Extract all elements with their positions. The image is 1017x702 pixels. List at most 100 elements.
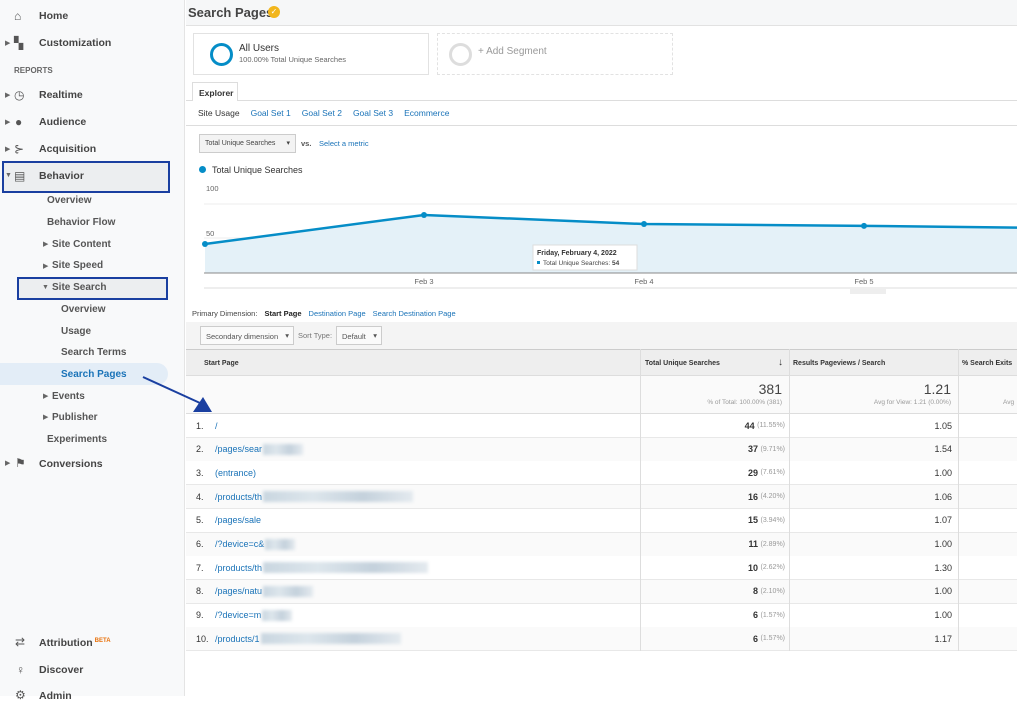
col-header-search-exits[interactable]: % Search Exits [962, 360, 1012, 367]
tab-explorer-label: Explorer [199, 88, 234, 98]
start-page-link[interactable]: /pages/natu [215, 580, 314, 603]
searches-percent: (1.57%) [760, 635, 785, 643]
sidebar-item-site-content[interactable]: Site Content [52, 239, 111, 250]
verified-badge-icon: ✓ [268, 6, 280, 18]
sort-type-select[interactable]: Default ▾ [336, 326, 382, 345]
row-number: 10. [196, 633, 209, 644]
sort-type-label: Sort Type: [298, 331, 333, 340]
table-row: 1. / 44 (11.55%) 1.05 [186, 414, 1017, 438]
sidebar-item-discover[interactable]: Discover [39, 664, 83, 676]
start-page-link[interactable]: /pages/sear [215, 438, 304, 461]
caret-right-icon: ▶ [43, 263, 49, 270]
tab-explorer[interactable]: Explorer [192, 82, 238, 101]
metric-select[interactable]: Total Unique Searches ▾ [199, 134, 296, 153]
metric-select-value: Total Unique Searches [205, 140, 276, 147]
data-point[interactable] [421, 211, 427, 218]
start-page-link[interactable]: / [215, 414, 218, 437]
sidebar-item-customization[interactable]: Customization [39, 37, 111, 49]
subtab-site-usage[interactable]: Site Usage [198, 108, 240, 118]
subtab-goal-set-1[interactable]: Goal Set 1 [251, 108, 291, 118]
start-page-link[interactable]: /?device=m [215, 604, 293, 627]
caret-right-icon: ▶ [5, 92, 11, 99]
rps-value: 1.06 [934, 491, 952, 502]
redacted-text [263, 443, 304, 455]
col-header-start-page[interactable]: Start Page [204, 360, 239, 367]
sidebar-item-events[interactable]: Events [52, 391, 85, 402]
searches-value: 10 [747, 562, 758, 573]
start-page-link[interactable]: /?device=c& [215, 533, 296, 556]
searches-value: 16 [747, 491, 758, 502]
sidebar-item-acquisition[interactable]: Acquisition [39, 143, 96, 155]
searches-value: 8 [752, 586, 758, 597]
start-page-link[interactable]: /products/th [215, 556, 429, 579]
sidebar-item-publisher[interactable]: Publisher [52, 412, 98, 423]
sidebar-item-behavior[interactable]: Behavior [39, 170, 84, 182]
sidebar-item-behavior-overview[interactable]: Overview [47, 195, 91, 206]
col-header-results-pageviews[interactable]: Results Pageviews / Search [793, 360, 885, 367]
segment-all-users[interactable]: All Users 100.00% Total Unique Searches [193, 33, 429, 75]
sidebar-item-attribution[interactable]: Attribution BETA [39, 637, 111, 649]
person-icon: ● [15, 115, 23, 129]
sidebar-item-site-search[interactable]: Site Search [52, 282, 106, 293]
start-page-link[interactable]: /products/th [215, 485, 414, 508]
data-point[interactable] [861, 222, 867, 229]
divider [186, 125, 1017, 126]
caret-down-icon: ▼ [42, 284, 49, 291]
start-page-link[interactable]: /products/1 [215, 627, 401, 650]
row-number: 7. [196, 562, 204, 573]
searches-percent: (3.94%) [760, 516, 785, 524]
data-point[interactable] [641, 221, 647, 228]
acquisition-icon: ⊱ [14, 142, 25, 156]
searches-cell: 15 (3.94%) [748, 509, 785, 532]
subtabs: Site Usage Goal Set 1 Goal Set 2 Goal Se… [198, 108, 449, 118]
secondary-dimension-select[interactable]: Secondary dimension ▾ [200, 326, 294, 345]
start-page-text: /?device=m [215, 610, 262, 621]
searches-cell: 6 (1.57%) [753, 627, 785, 650]
searches-cell: 16 (4.20%) [748, 485, 785, 508]
subtab-ecommerce[interactable]: Ecommerce [404, 108, 449, 118]
gear-icon: ⚙ [15, 688, 26, 702]
behavior-highlight-box [2, 161, 170, 193]
chart-resize-handle[interactable] [850, 288, 886, 294]
sidebar-item-behavior-flow[interactable]: Behavior Flow [47, 217, 115, 228]
sidebar-item-ss-overview[interactable]: Overview [61, 304, 105, 315]
subtab-goal-set-3[interactable]: Goal Set 3 [353, 108, 393, 118]
data-point[interactable] [202, 240, 208, 247]
dimension-start-page[interactable]: Start Page [264, 309, 301, 318]
searches-percent: (2.62%) [760, 564, 785, 572]
legend-dot-icon [199, 166, 206, 173]
sidebar-item-realtime[interactable]: Realtime [39, 89, 83, 101]
redacted-text [263, 562, 429, 574]
table-row: 9. /?device=m 6 (1.57%) 1.00 [186, 603, 1017, 628]
sidebar-item-audience[interactable]: Audience [39, 116, 86, 128]
sidebar-item-experiments[interactable]: Experiments [47, 434, 107, 445]
column-divider [958, 349, 959, 651]
sidebar-item-conversions[interactable]: Conversions [39, 458, 103, 470]
rps-value: 1.05 [934, 420, 952, 431]
add-segment-button[interactable]: + Add Segment [437, 33, 673, 75]
searches-cell: 44 (11.55%) [745, 414, 785, 437]
page-title: Search Pages [188, 5, 274, 20]
sidebar-item-ss-usage[interactable]: Usage [61, 326, 91, 337]
sidebar-item-admin[interactable]: Admin [39, 690, 72, 702]
searches-value: 44 [744, 420, 755, 431]
reports-heading: REPORTS [14, 66, 53, 75]
caret-right-icon: ▶ [5, 40, 11, 47]
start-page-link[interactable]: (entrance) [215, 461, 256, 484]
dimension-destination-page[interactable]: Destination Page [309, 309, 366, 318]
subtab-goal-set-2[interactable]: Goal Set 2 [302, 108, 342, 118]
select-metric-link[interactable]: Select a metric [319, 139, 369, 148]
behavior-icon: ▤ [14, 169, 26, 183]
searches-cell: 37 (9.71%) [748, 438, 785, 461]
start-page-link[interactable]: /pages/sale [215, 509, 261, 532]
dimension-search-destination-page[interactable]: Search Destination Page [373, 309, 456, 318]
sort-arrow-down-icon[interactable]: ↓ [778, 357, 783, 368]
sidebar-item-ss-search-terms[interactable]: Search Terms [61, 347, 126, 358]
caret-right-icon: ▶ [5, 119, 11, 126]
sidebar-item-ss-search-pages[interactable]: Search Pages [61, 369, 127, 380]
caret-right-icon: ▶ [5, 460, 11, 467]
row-number: 8. [196, 586, 204, 597]
sidebar-item-site-speed[interactable]: Site Speed [52, 260, 103, 271]
col-header-total-unique-searches[interactable]: Total Unique Searches [645, 360, 720, 367]
sidebar-item-home[interactable]: Home [39, 10, 68, 22]
